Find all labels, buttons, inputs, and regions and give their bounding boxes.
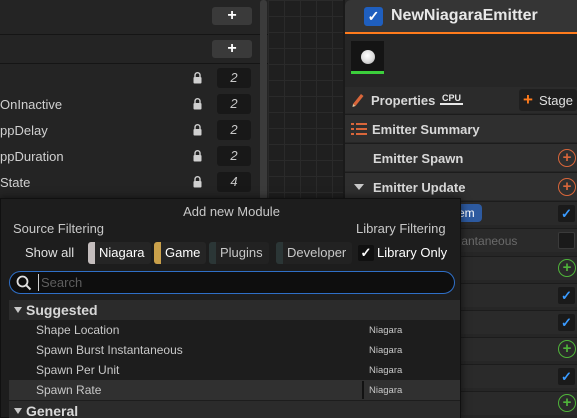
parameter-name: State bbox=[0, 175, 31, 190]
properties-label: Properties bbox=[371, 93, 436, 108]
lock-icon bbox=[193, 124, 202, 136]
expand-arrow-icon[interactable] bbox=[14, 408, 22, 414]
divider bbox=[0, 34, 268, 35]
search-box[interactable] bbox=[9, 271, 455, 294]
source-filtering-label: Source Filtering bbox=[13, 221, 105, 236]
sim-target-badge: CPU bbox=[440, 93, 464, 105]
add-module-icon[interactable]: + bbox=[558, 259, 576, 277]
add-module-icon[interactable]: + bbox=[558, 178, 576, 196]
emitter-thumbnail bbox=[351, 41, 384, 74]
chip-label: Plugins bbox=[220, 245, 263, 260]
parameter-row[interactable]: 2 bbox=[0, 66, 268, 92]
emitter-header[interactable]: ✓ NewNiagaraEmitter bbox=[345, 0, 577, 34]
module-list-item[interactable]: Shape Location Niagara bbox=[9, 320, 460, 340]
add-module-icon[interactable]: + bbox=[558, 149, 576, 167]
pencil-icon bbox=[352, 94, 364, 107]
popup-title: Add new Module bbox=[183, 204, 280, 219]
divider bbox=[0, 63, 268, 64]
library-only-toggle[interactable]: ✓ Library Only bbox=[356, 244, 456, 264]
add-module-popup: Add new Module Source Filtering Library … bbox=[0, 198, 461, 418]
module-source: Niagara bbox=[369, 345, 403, 356]
module-name: Spawn Per Unit bbox=[36, 363, 120, 377]
library-only-checkbox[interactable]: ✓ bbox=[358, 245, 374, 261]
parameter-row[interactable]: ppDuration 2 bbox=[0, 144, 268, 170]
module-enabled-checkbox[interactable]: ✓ bbox=[558, 205, 575, 222]
module-source: Niagara bbox=[369, 365, 403, 376]
scrollbar[interactable] bbox=[260, 0, 267, 200]
list-icon bbox=[351, 123, 367, 135]
chip-label: Niagara bbox=[99, 245, 145, 260]
parameter-row[interactable]: State 4 bbox=[0, 170, 268, 196]
library-filtering-label: Library Filtering bbox=[356, 221, 446, 236]
add-parameter-button[interactable]: + bbox=[212, 7, 252, 25]
collapse-arrow-icon[interactable] bbox=[354, 184, 364, 190]
module-name: Shape Location bbox=[36, 323, 120, 337]
emitter-spawn-label: Emitter Spawn bbox=[373, 151, 464, 166]
parameter-value[interactable]: 2 bbox=[217, 94, 251, 114]
source-chip-niagara[interactable]: Niagara bbox=[88, 242, 151, 264]
emitter-title: NewNiagaraEmitter bbox=[391, 7, 538, 24]
parameter-name: OnInactive bbox=[0, 97, 63, 112]
source-chip-plugins[interactable]: Plugins bbox=[209, 242, 269, 264]
plus-icon: + bbox=[523, 90, 533, 109]
module-list-item[interactable]: Spawn Rate Niagara bbox=[9, 380, 460, 400]
parameter-value[interactable]: 2 bbox=[217, 146, 251, 166]
emitter-enabled-checkbox[interactable]: ✓ bbox=[364, 7, 383, 26]
add-stage-button[interactable]: + Stage bbox=[519, 89, 577, 111]
parameter-name: ppDuration bbox=[0, 149, 64, 164]
category-suggested[interactable]: Suggested bbox=[9, 300, 460, 320]
niagara-editor: + + 2 OnInactive 2 ppDelay 2 ppDuration … bbox=[0, 0, 577, 418]
chip-color-swatch bbox=[209, 242, 216, 264]
category-general[interactable]: General bbox=[9, 401, 460, 418]
chip-label: Developer bbox=[287, 245, 347, 260]
module-name-dim: tantaneous bbox=[458, 234, 518, 248]
parameter-name: ppDelay bbox=[0, 123, 48, 138]
module-enabled-checkbox[interactable]: ✓ bbox=[558, 314, 575, 331]
parameter-value[interactable]: 2 bbox=[217, 120, 251, 140]
chip-label: Game bbox=[165, 245, 201, 260]
module-source: Niagara bbox=[369, 325, 403, 336]
emitter-summary-label: Emitter Summary bbox=[372, 122, 480, 137]
emitter-update-row[interactable]: Emitter Update + bbox=[345, 172, 577, 200]
parameter-row[interactable]: OnInactive 2 bbox=[0, 92, 268, 118]
search-input[interactable] bbox=[38, 274, 438, 291]
parameter-row[interactable]: ppDelay 2 bbox=[0, 118, 268, 144]
particle-preview bbox=[361, 50, 375, 64]
column-splitter[interactable] bbox=[362, 381, 364, 399]
module-name: Spawn Burst Instantaneous bbox=[36, 343, 183, 357]
emitter-update-label: Emitter Update bbox=[373, 180, 466, 195]
thumbnail-status-bar bbox=[351, 71, 384, 74]
lock-icon bbox=[193, 150, 202, 162]
category-label: Suggested bbox=[26, 302, 98, 318]
module-source: Niagara bbox=[369, 385, 403, 396]
chip-color-swatch bbox=[88, 242, 95, 264]
lock-icon bbox=[193, 98, 202, 110]
source-chip-game[interactable]: Game bbox=[154, 242, 207, 264]
chip-color-swatch bbox=[276, 242, 283, 264]
add-module-icon[interactable]: + bbox=[558, 340, 576, 358]
show-all-button[interactable]: Show all bbox=[25, 242, 74, 264]
stage-label: Stage bbox=[539, 93, 573, 108]
module-name: Spawn Rate bbox=[36, 383, 102, 397]
module-list-item[interactable]: Spawn Per Unit Niagara bbox=[9, 360, 460, 380]
module-enabled-checkbox[interactable] bbox=[558, 232, 575, 249]
search-icon bbox=[16, 275, 32, 291]
properties-row[interactable]: Properties CPU + Stage bbox=[345, 87, 577, 113]
emitter-summary-row[interactable]: Emitter Summary bbox=[345, 114, 577, 142]
lock-icon bbox=[193, 72, 202, 84]
module-enabled-checkbox[interactable]: ✓ bbox=[558, 368, 575, 385]
parameter-value[interactable]: 4 bbox=[217, 172, 251, 192]
category-label: General bbox=[26, 403, 79, 418]
module-enabled-checkbox[interactable]: ✓ bbox=[558, 287, 575, 304]
emitter-spawn-row[interactable]: Emitter Spawn + bbox=[345, 143, 577, 171]
parameter-value[interactable]: 2 bbox=[217, 68, 251, 88]
module-list-item[interactable]: Spawn Burst Instantaneous Niagara bbox=[9, 340, 460, 360]
add-module-icon[interactable]: + bbox=[558, 394, 576, 412]
add-parameter-button-2[interactable]: + bbox=[212, 40, 252, 58]
library-only-label: Library Only bbox=[377, 245, 448, 260]
source-chip-developer[interactable]: Developer bbox=[276, 242, 353, 264]
lock-icon bbox=[193, 176, 202, 188]
expand-arrow-icon[interactable] bbox=[14, 307, 22, 313]
chip-color-swatch bbox=[154, 242, 161, 264]
